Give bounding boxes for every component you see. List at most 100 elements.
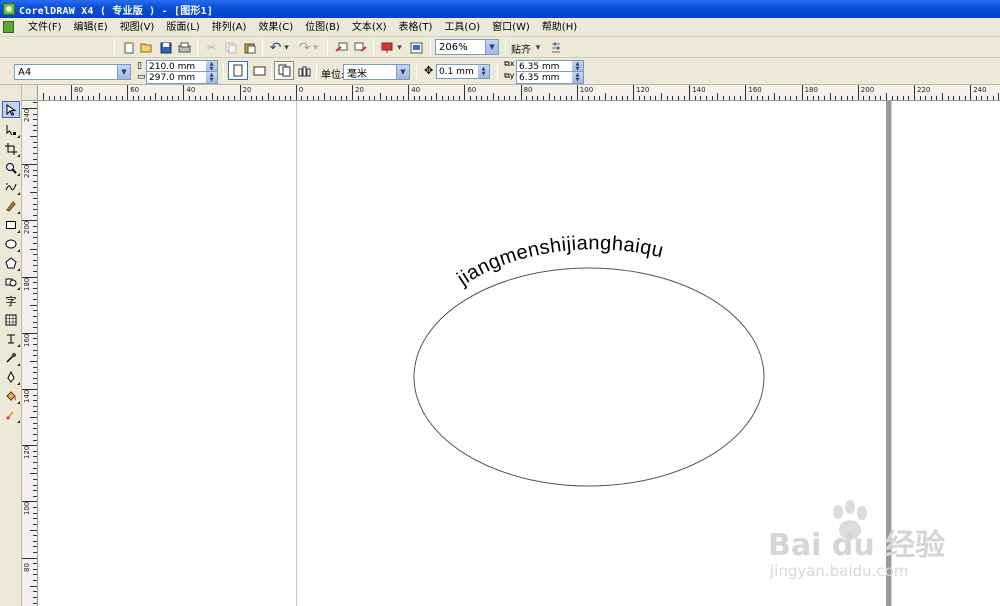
- rectangle-tool-icon[interactable]: [2, 216, 20, 233]
- menu-help[interactable]: 帮助(H): [536, 18, 583, 37]
- zoom-tool-icon[interactable]: [2, 159, 20, 176]
- menu-window[interactable]: 窗口(W): [486, 18, 536, 37]
- ruler-tick: [677, 96, 679, 100]
- ruler-tick: [588, 96, 590, 100]
- fill-tool-icon[interactable]: [2, 387, 20, 404]
- ruler-tick: [784, 96, 786, 100]
- snap-dropdown-icon[interactable]: ▾: [533, 39, 543, 56]
- application-launcher-icon[interactable]: [378, 39, 395, 56]
- export-icon[interactable]: [352, 39, 369, 56]
- current-page-button[interactable]: [294, 61, 314, 80]
- ruler-tick: [520, 85, 522, 100]
- import-icon[interactable]: [333, 39, 350, 56]
- chevron-down-icon[interactable]: ▼: [485, 40, 498, 54]
- menu-effects[interactable]: 效果(C): [252, 18, 299, 37]
- ruler-tick: [48, 96, 50, 100]
- ruler-tick: [250, 96, 252, 100]
- menu-tools[interactable]: 工具(O): [438, 18, 486, 37]
- toolbar-separator: [316, 63, 317, 79]
- text-tool-icon[interactable]: 字: [2, 292, 20, 309]
- options-icon[interactable]: [547, 39, 564, 56]
- spinner-arrows-icon[interactable]: ▲ ▼: [572, 72, 583, 83]
- basic-shapes-tool-icon[interactable]: [2, 273, 20, 290]
- eyedropper-tool-icon[interactable]: [2, 349, 20, 366]
- welcome-screen-icon[interactable]: [408, 39, 425, 56]
- landscape-button[interactable]: [249, 61, 269, 80]
- pick-tool-icon[interactable]: [2, 101, 20, 118]
- undo-dropdown-icon[interactable]: ▾: [282, 39, 291, 56]
- open-folder-icon[interactable]: [138, 39, 155, 56]
- ruler-origin-corner[interactable]: [22, 85, 38, 101]
- ellipse-shape[interactable]: [413, 267, 765, 487]
- vertical-ruler[interactable]: 240 220 200 180 160 140 120 100 80: [22, 101, 38, 606]
- ruler-tick: [649, 96, 651, 100]
- ruler-tick: [402, 96, 404, 100]
- snap-to-label[interactable]: 贴齐: [511, 41, 531, 56]
- ruler-tick: [239, 85, 241, 100]
- chevron-down-icon[interactable]: ▼: [117, 65, 130, 79]
- ruler-tick: [891, 96, 893, 100]
- portrait-button[interactable]: [228, 61, 248, 80]
- all-pages-button[interactable]: [274, 61, 294, 80]
- coreldraw-app-icon[interactable]: [3, 3, 15, 15]
- ruler-label: 100: [579, 86, 594, 94]
- ruler-tick: [54, 96, 56, 100]
- chevron-down-icon[interactable]: ▼: [396, 65, 409, 79]
- ruler-tick: [160, 96, 162, 100]
- parallel-dimension-tool-icon[interactable]: [2, 330, 20, 347]
- cut-icon[interactable]: ✂: [203, 39, 220, 56]
- shape-tool-icon[interactable]: [2, 121, 20, 138]
- ruler-tick: [908, 96, 910, 100]
- nudge-distance-field[interactable]: 0.1 mm ▲ ▼: [436, 64, 490, 79]
- menu-text[interactable]: 文本(X): [346, 18, 393, 37]
- page-height-field[interactable]: 297.0 mm ▲ ▼: [146, 71, 218, 84]
- ruler-label: 220: [917, 86, 931, 94]
- freehand-tool-icon[interactable]: [2, 178, 20, 195]
- ruler-tick: [672, 96, 674, 100]
- paste-icon[interactable]: [241, 39, 258, 56]
- horizontal-ruler[interactable]: 80 60 40 20 0 20 40 60 80 100 120 140 160 180 200 220 24…: [38, 85, 1000, 101]
- ruler-tick: [33, 411, 37, 413]
- new-document-icon[interactable]: [120, 39, 137, 56]
- ruler-tick: [33, 400, 37, 402]
- menu-edit[interactable]: 编辑(E): [68, 18, 114, 37]
- print-icon[interactable]: [176, 39, 193, 56]
- interactive-fill-tool-icon[interactable]: [2, 406, 20, 423]
- paper-size-select[interactable]: A4 ▼: [14, 64, 131, 80]
- ruler-tick: [33, 310, 37, 312]
- ruler-tick: [885, 93, 887, 100]
- crop-tool-icon[interactable]: [2, 140, 20, 157]
- spinner-arrows-icon[interactable]: ▲ ▼: [206, 72, 217, 83]
- curved-text[interactable]: jiangmenshijianghaiqu: [453, 232, 666, 290]
- polygon-tool-icon[interactable]: [2, 254, 20, 271]
- ellipse-tool-icon[interactable]: [2, 235, 20, 252]
- smart-fill-tool-icon[interactable]: [2, 197, 20, 214]
- launcher-dropdown-icon[interactable]: ▾: [395, 39, 404, 56]
- ruler-tick: [453, 96, 455, 100]
- ruler-tick: [391, 96, 393, 100]
- ruler-tick: [33, 124, 37, 126]
- units-label: 单位:: [321, 70, 345, 81]
- spinner-arrows-icon[interactable]: ▲ ▼: [478, 65, 489, 78]
- ruler-tick: [756, 96, 758, 100]
- outline-pen-tool-icon[interactable]: [2, 368, 20, 385]
- ruler-tick: [582, 96, 584, 100]
- menu-arrange[interactable]: 排列(A): [206, 18, 253, 37]
- duplicate-distance-y-field[interactable]: 6.35 mm ▲ ▼: [516, 71, 584, 84]
- menu-table[interactable]: 表格(T): [393, 18, 439, 37]
- zoom-level-select[interactable]: 206% ▼: [435, 39, 499, 55]
- save-icon[interactable]: [157, 39, 174, 56]
- ruler-tick: [30, 304, 37, 306]
- redo-dropdown-icon[interactable]: ▾: [311, 39, 320, 56]
- menu-bitmaps[interactable]: 位图(B): [299, 18, 346, 37]
- ruler-tick: [33, 551, 37, 553]
- ruler-tick: [869, 96, 871, 100]
- menu-layout[interactable]: 版面(L): [160, 18, 205, 37]
- menu-file[interactable]: 文件(F): [22, 18, 68, 37]
- units-select[interactable]: 毫米 ▼: [343, 64, 410, 80]
- table-tool-icon[interactable]: [2, 311, 20, 328]
- ruler-tick: [138, 96, 140, 100]
- copy-icon[interactable]: [222, 39, 239, 56]
- menu-view[interactable]: 视图(V): [114, 18, 161, 37]
- document-icon[interactable]: [3, 21, 14, 33]
